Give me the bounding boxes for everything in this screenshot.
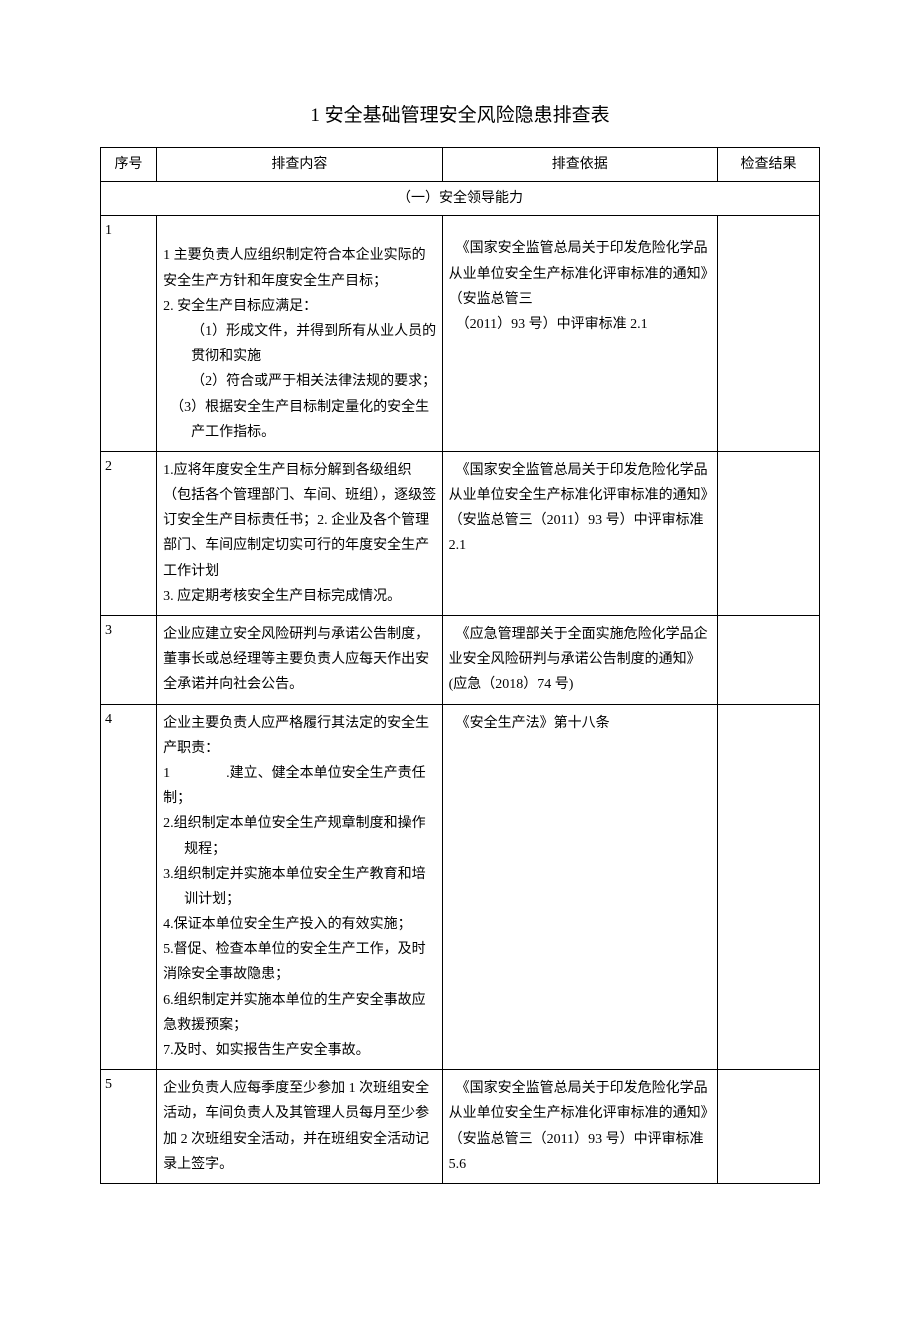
section-title: （一）安全领导能力 [101,182,820,216]
seq-cell: 1 [101,216,157,452]
content-line: 4.保证本单位安全生产投入的有效实施； [163,912,438,937]
content-cell: 企业主要负责人应严格履行其法定的安全生产职责： 1 .建立、健全本单位安全生产责… [157,704,443,1070]
seq-cell: 4 [101,704,157,1070]
header-result: 检查结果 [717,148,819,182]
content-line: （3）根据安全生产目标制定量化的安全生产工作指标。 [163,395,438,445]
content-cell: 1 主要负责人应组织制定符合本企业实际的安全生产方针和年度安全生产目标； 2. … [157,216,443,452]
content-cell: 企业负责人应每季度至少参加 1 次班组安全活动，车间负责人及其管理人员每月至少参… [157,1070,443,1184]
content-cell: 1.应将年度安全生产目标分解到各级组织（包括各个管理部门、车间、班组），逐级签订… [157,451,443,615]
seq-cell: 2 [101,451,157,615]
table-row: 2 1.应将年度安全生产目标分解到各级组织（包括各个管理部门、车间、班组），逐级… [101,451,820,615]
content-line: 企业负责人应每季度至少参加 1 次班组安全活动，车间负责人及其管理人员每月至少参… [163,1076,438,1177]
table-row: 5 企业负责人应每季度至少参加 1 次班组安全活动，车间负责人及其管理人员每月至… [101,1070,820,1184]
basis-cell: 《应急管理部关于全面实施危险化学品企业安全风险研判与承诺公告制度的通知》 (应急… [442,616,717,705]
table-row: 1 1 主要负责人应组织制定符合本企业实际的安全生产方针和年度安全生产目标； 2… [101,216,820,452]
content-line: 企业应建立安全风险研判与承诺公告制度，董事长或总经理等主要负责人应每天作出安全承… [163,622,438,698]
header-seq: 序号 [101,148,157,182]
content-line: 3. 应定期考核安全生产目标完成情况。 [163,584,438,609]
content-line: 6.组织制定并实施本单位的生产安全事故应急救援预案； [163,988,438,1038]
basis-cell: 《安全生产法》第十八条 [442,704,717,1070]
table-header-row: 序号 排查内容 排查依据 检查结果 [101,148,820,182]
result-cell [717,704,819,1070]
content-cell: 企业应建立安全风险研判与承诺公告制度，董事长或总经理等主要负责人应每天作出安全承… [157,616,443,705]
result-cell [717,616,819,705]
content-line: 2. 安全生产目标应满足： [163,294,438,319]
basis-line: 《国家安全监管总局关于印发危险化学品从业单位安全生产标准化评审标准的通知》（安监… [449,458,713,559]
content-line: 1 .建立、健全本单位安全生产责任制； [163,761,438,811]
result-cell [717,451,819,615]
basis-cell: 《国家安全监管总局关于印发危险化学品从业单位安全生产标准化评审标准的通知》（安监… [442,216,717,452]
content-line: 企业主要负责人应严格履行其法定的安全生产职责： [163,711,438,761]
seq-cell: 3 [101,616,157,705]
basis-cell: 《国家安全监管总局关于印发危险化学品从业单位安全生产标准化评审标准的通知》（安监… [442,451,717,615]
basis-line: 《应急管理部关于全面实施危险化学品企业安全风险研判与承诺公告制度的通知》 [449,622,713,672]
content-line: （1）形成文件，并得到所有从业人员的贯彻和实施 [163,319,438,369]
content-line: 5.督促、检查本单位的安全生产工作，及时消除安全事故隐患； [163,937,438,987]
content-line: 1 主要负责人应组织制定符合本企业实际的安全生产方针和年度安全生产目标； [163,243,438,293]
page-title: 1 安全基础管理安全风险隐患排查表 [100,100,820,127]
seq-cell: 5 [101,1070,157,1184]
basis-line: 《国家安全监管总局关于印发危险化学品从业单位安全生产标准化评审标准的通知》（安监… [449,236,713,312]
basis-cell: 《国家安全监管总局关于印发危险化学品从业单位安全生产标准化评审标准的通知》（安监… [442,1070,717,1184]
content-line: （2）符合或严于相关法律法规的要求； [163,369,438,394]
result-cell [717,216,819,452]
table-row: 4 企业主要负责人应严格履行其法定的安全生产职责： 1 .建立、健全本单位安全生… [101,704,820,1070]
content-line: 1.应将年度安全生产目标分解到各级组织（包括各个管理部门、车间、班组），逐级签订… [163,458,438,584]
inspection-table: 序号 排查内容 排查依据 检查结果 （一）安全领导能力 1 1 主要负责人应组织… [100,147,820,1184]
content-line: 7.及时、如实报告生产安全事故。 [163,1038,438,1063]
basis-line: 《国家安全监管总局关于印发危险化学品从业单位安全生产标准化评审标准的通知》（安监… [449,1076,713,1177]
basis-line: （2011）93 号）中评审标准 2.1 [449,312,713,337]
basis-line: 《安全生产法》第十八条 [449,711,713,736]
content-line: 3.组织制定并实施本单位安全生产教育和培训计划； [163,862,438,912]
header-basis: 排查依据 [442,148,717,182]
table-row: 3 企业应建立安全风险研判与承诺公告制度，董事长或总经理等主要负责人应每天作出安… [101,616,820,705]
section-row: （一）安全领导能力 [101,182,820,216]
header-content: 排查内容 [157,148,443,182]
result-cell [717,1070,819,1184]
basis-line: (应急（2018）74 号) [449,672,713,697]
content-line: 2.组织制定本单位安全生产规章制度和操作规程； [163,811,438,861]
